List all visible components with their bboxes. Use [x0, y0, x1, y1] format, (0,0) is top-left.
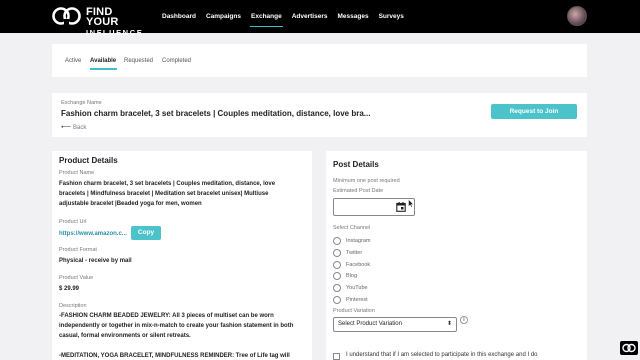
avatar[interactable] — [567, 6, 587, 26]
copy-url-button[interactable]: Copy — [131, 226, 161, 240]
agree-checkbox[interactable] — [333, 353, 340, 360]
product-name-line: adjustable bracelet |Beaded yoga for men… — [59, 201, 202, 207]
main-nav: Dashboard Campaigns Exchange Advertisers… — [161, 0, 405, 33]
channel-option-facebook[interactable]: Facebook — [333, 260, 370, 270]
logo-icon — [52, 7, 81, 25]
tab-available[interactable]: Available — [90, 58, 116, 64]
product-name-label: Product Name — [59, 170, 95, 176]
info-icon[interactable]: i — [460, 316, 468, 324]
radio-pinterest[interactable] — [333, 296, 341, 304]
product-name: Fashion charm bracelet, 3 set bracelets … — [59, 179, 309, 209]
logo-line2: INFLUENCE — [86, 28, 144, 37]
logo[interactable]: FIND YOUR INFLUENCE — [52, 6, 142, 37]
tab-requested[interactable]: Requested — [124, 58, 153, 64]
post-date-input[interactable] — [333, 198, 415, 216]
product-variation-select[interactable]: Select Product Variation ⬍ — [333, 317, 457, 332]
product-name-line: bracelets | Mindfulness bracelet | Medit… — [59, 191, 269, 197]
radio-facebook[interactable] — [333, 261, 341, 269]
channel-option-pinterest[interactable]: Pinterest — [333, 295, 368, 305]
channel-label-pinterest: Pinterest — [346, 297, 368, 303]
tab-completed[interactable]: Completed — [162, 58, 191, 64]
product-description: -FASHION CHARM BEADED JEWELRY: All 3 pie… — [59, 311, 309, 360]
product-variation-value: Select Product Variation — [338, 321, 402, 327]
channel-label-instagram: Instagram — [346, 238, 371, 244]
product-url-link[interactable]: https://www.amazon.c... — [59, 229, 127, 239]
product-name-line: Fashion charm bracelet, 3 set bracelets … — [59, 181, 276, 187]
channel-option-instagram[interactable]: Instagram — [333, 236, 370, 246]
logo-text: FIND YOUR INFLUENCE — [86, 7, 143, 38]
channel-label-youtube: YouTube — [346, 285, 368, 291]
channel-option-youtube[interactable]: YouTube — [333, 283, 368, 293]
description-line: -FASHION CHARM BEADED JEWELRY: All 3 pie… — [59, 313, 274, 319]
agree-text: I understand that if I am selected to pa… — [346, 352, 538, 358]
channel-label: Select Channel — [333, 225, 371, 231]
radio-blog[interactable] — [333, 272, 341, 280]
product-variation-label: Product Variation — [333, 308, 375, 314]
active-tab-indicator — [90, 68, 117, 70]
channel-label-twitter: Twitter — [346, 250, 363, 256]
product-format-label: Product Format — [59, 247, 97, 253]
logo-line1: FIND YOUR — [86, 6, 119, 28]
nav-exchange[interactable]: Exchange — [250, 0, 283, 33]
min-post-text: Minimum one post required — [333, 178, 400, 184]
calendar-icon[interactable] — [396, 202, 406, 212]
back-link[interactable]: ⟵ Back — [61, 123, 86, 131]
product-value: $ 29.99 — [59, 286, 80, 292]
product-details-title: Product Details — [59, 156, 118, 165]
description-label: Description — [59, 303, 87, 309]
product-url-label: Product Url — [59, 219, 87, 225]
post-date-label: Estimated Post Date — [333, 188, 384, 194]
product-format: Physical - receive by mail — [59, 258, 132, 264]
radio-youtube[interactable] — [333, 284, 341, 292]
radio-instagram[interactable] — [333, 237, 341, 245]
request-to-join-button[interactable]: Request to Join — [491, 104, 577, 119]
corner-logo-icon — [620, 341, 638, 355]
post-details-card: Post Details Minimum one post required E… — [326, 151, 587, 360]
nav-dashboard[interactable]: Dashboard — [161, 0, 197, 33]
product-details-card: Product Details Product Name Fashion cha… — [52, 151, 312, 360]
mouse-cursor-icon — [408, 199, 414, 208]
back-label: Back — [73, 125, 87, 131]
tabs-card: Active Available Requested Completed — [52, 44, 587, 77]
nav-advertisers[interactable]: Advertisers — [291, 0, 329, 33]
channel-label-facebook: Facebook — [346, 262, 371, 268]
radio-twitter[interactable] — [333, 249, 341, 257]
channel-option-twitter[interactable]: Twitter — [333, 248, 362, 258]
top-navbar: FIND YOUR INFLUENCE Dashboard Campaigns … — [0, 0, 640, 37]
exchange-header-card: Exchange Name Fashion charm bracelet, 3 … — [52, 93, 587, 137]
tab-active[interactable]: Active — [65, 58, 81, 64]
description-line — [59, 341, 309, 351]
description-line: casual, formal environments or silent re… — [59, 333, 191, 339]
nav-campaigns[interactable]: Campaigns — [205, 0, 242, 33]
select-arrows-icon: ⬍ — [446, 321, 452, 327]
product-value-label: Product Value — [59, 275, 94, 281]
post-details-title: Post Details — [333, 160, 379, 169]
channel-option-blog[interactable]: Blog — [333, 271, 357, 281]
description-line: independently or together in mix-n-match… — [59, 323, 294, 329]
nav-surveys[interactable]: Surveys — [378, 0, 405, 33]
back-arrow-icon: ⟵ — [61, 124, 72, 131]
exchange-title: Fashion charm bracelet, 3 set bracelets … — [61, 109, 371, 118]
nav-messages[interactable]: Messages — [337, 0, 370, 33]
channel-label-blog: Blog — [346, 273, 358, 279]
description-line: -MEDITATION, YOGA BRACELET, MINDFULNESS … — [59, 353, 290, 359]
exchange-name-label: Exchange Name — [61, 100, 102, 106]
